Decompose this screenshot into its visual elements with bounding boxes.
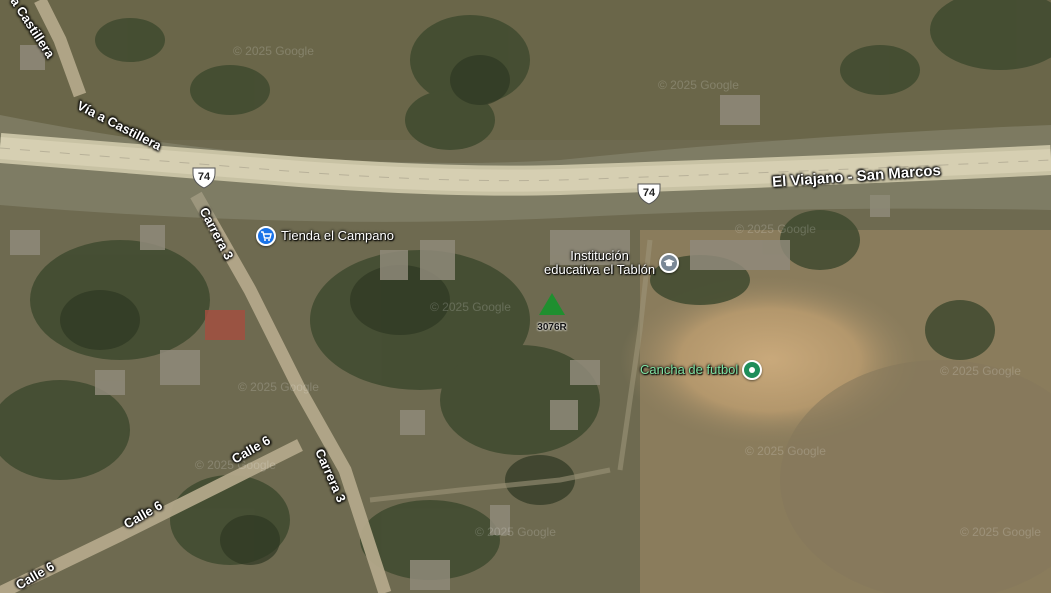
peak-marker[interactable]: 3076R: [537, 292, 567, 333]
google-watermark: © 2025 Google: [475, 525, 556, 539]
poi-label-line-1[interactable]: Institución: [544, 249, 655, 263]
poi-label[interactable]: Tienda el Campano: [281, 229, 394, 243]
poi-label[interactable]: Cancha de futbol: [640, 363, 738, 377]
poi-institucion-educativa[interactable]: Institución educativa el Tablón: [544, 249, 680, 277]
satellite-map[interactable]: © 2025 Google © 2025 Google © 2025 Googl…: [0, 0, 1051, 593]
graduation-cap-icon[interactable]: [659, 253, 680, 273]
route-number: 74: [642, 187, 656, 199]
google-watermark: © 2025 Google: [658, 78, 739, 92]
park-pin-icon[interactable]: [742, 360, 763, 380]
google-watermark: © 2025 Google: [238, 380, 319, 394]
route-74-shield-right: 74: [636, 183, 662, 205]
shopping-cart-icon[interactable]: [256, 226, 276, 246]
peak-label: 3076R: [537, 322, 567, 333]
google-watermark: © 2025 Google: [940, 364, 1021, 378]
poi-tienda-el-campano[interactable]: Tienda el Campano: [256, 226, 394, 246]
google-watermark: © 2025 Google: [960, 525, 1041, 539]
peak-triangle-icon[interactable]: [537, 292, 567, 316]
google-watermark: © 2025 Google: [745, 444, 826, 458]
google-watermark: © 2025 Google: [233, 44, 314, 58]
route-number: 74: [197, 171, 211, 183]
poi-label-line-2[interactable]: educativa el Tablón: [544, 263, 655, 277]
google-watermark: © 2025 Google: [735, 222, 816, 236]
route-74-shield-left: 74: [191, 167, 217, 189]
google-watermark: © 2025 Google: [430, 300, 511, 314]
poi-cancha-de-futbol[interactable]: Cancha de futbol: [640, 360, 763, 380]
